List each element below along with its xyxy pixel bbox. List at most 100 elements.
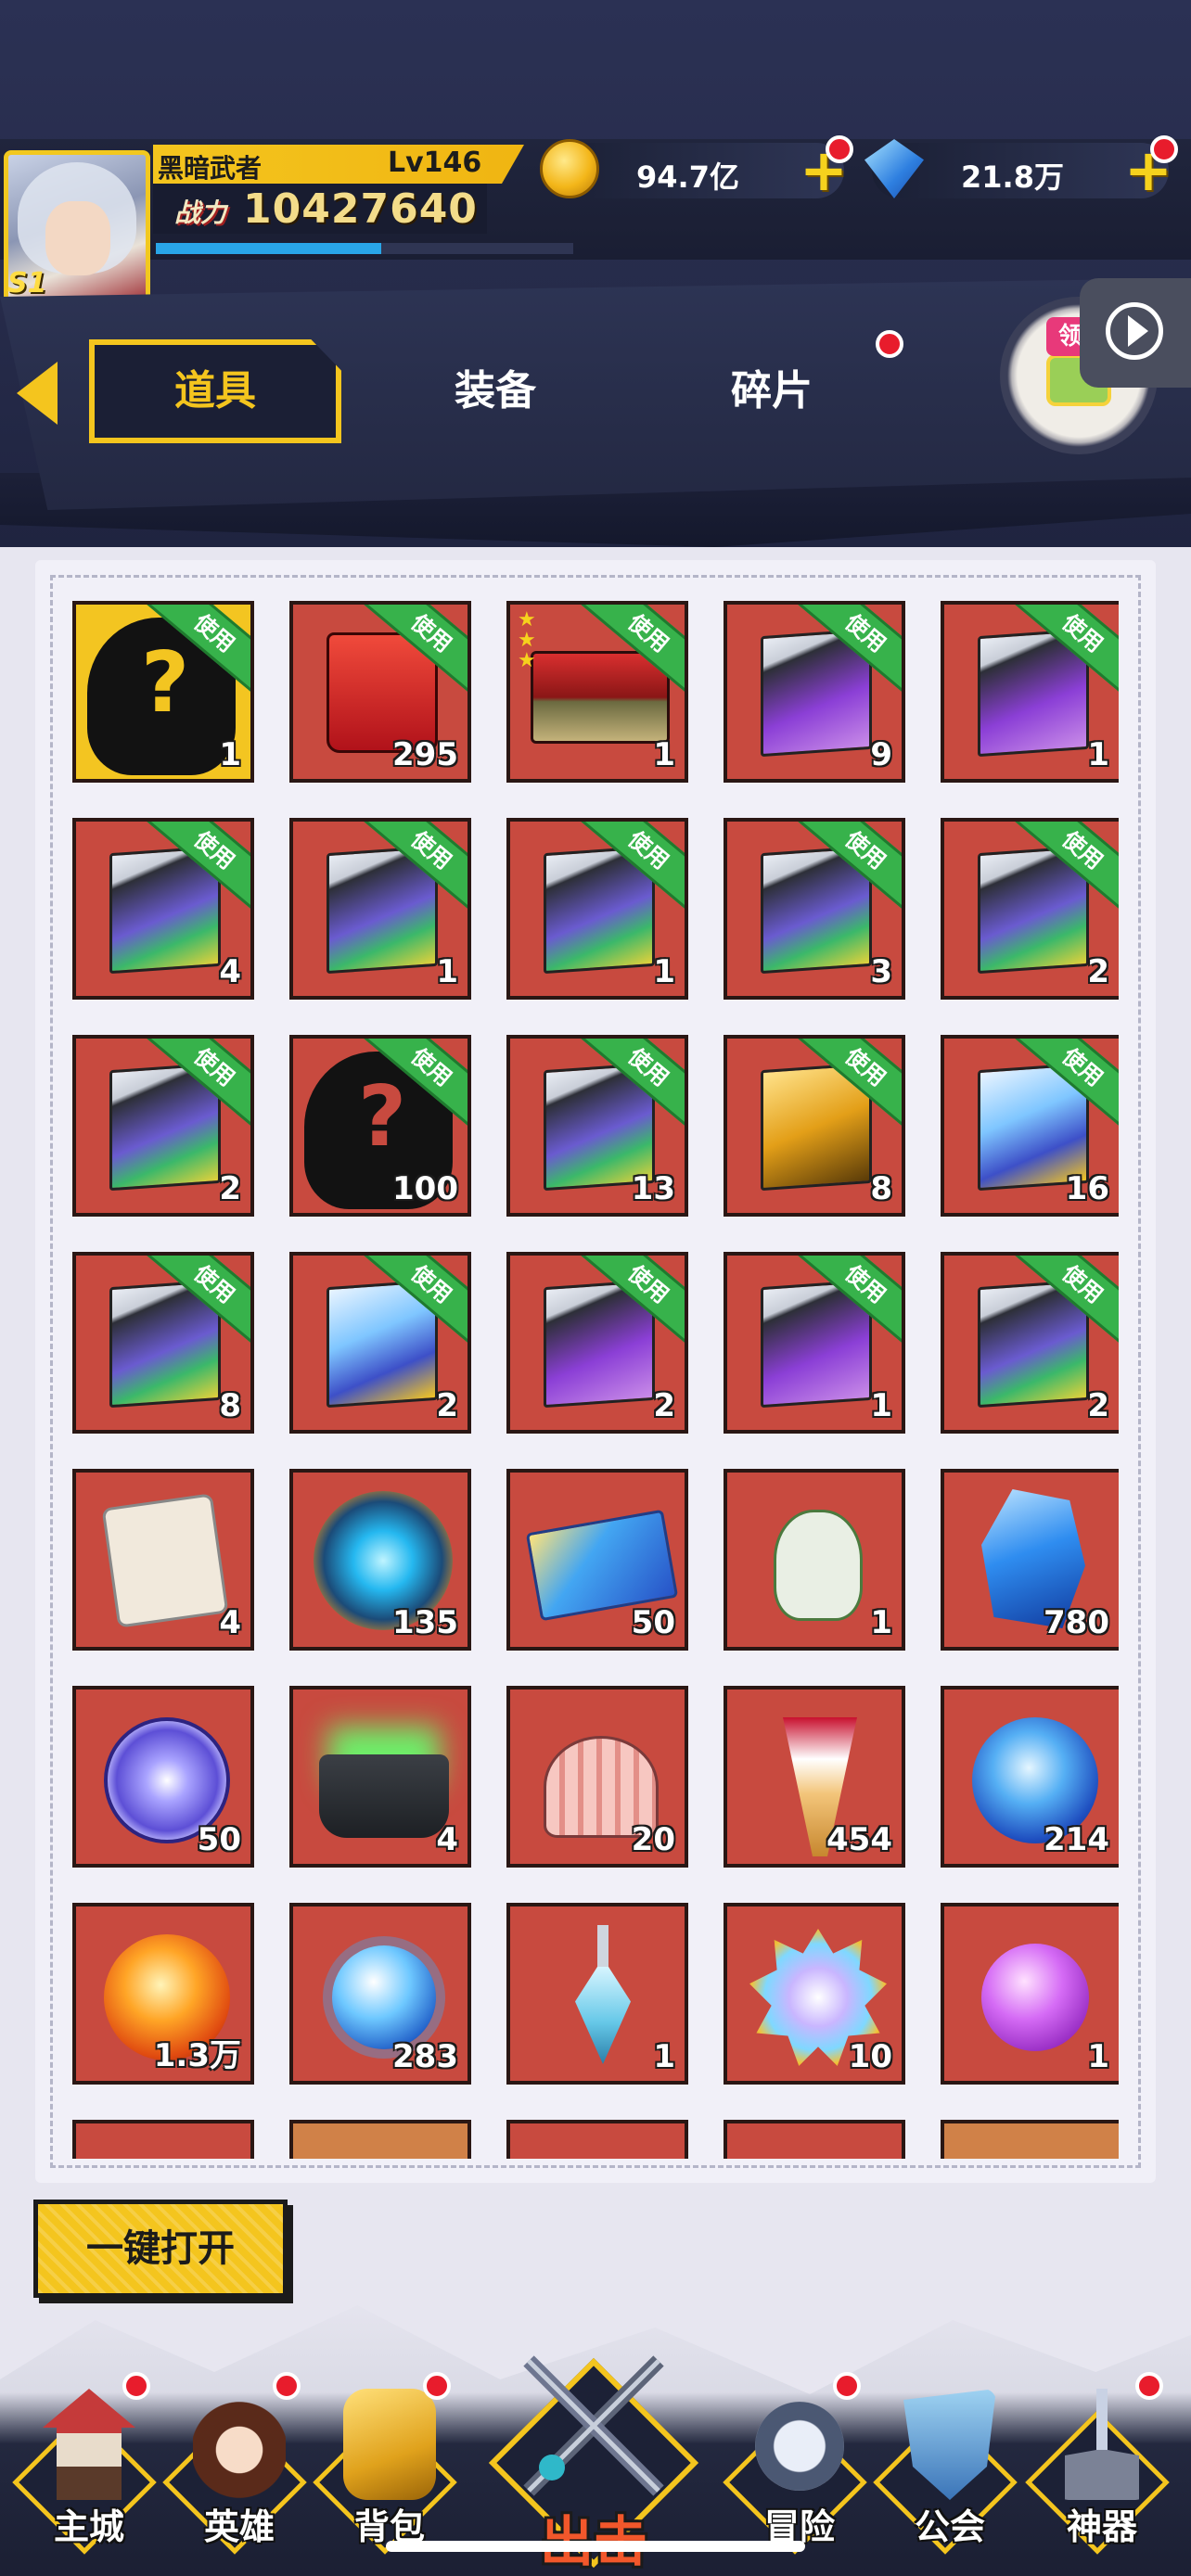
item-count: 1 bbox=[653, 953, 675, 990]
home-indicator bbox=[386, 2541, 805, 2552]
inventory-item[interactable]: 135 bbox=[289, 1469, 471, 1651]
inventory-item[interactable]: 214 bbox=[941, 1686, 1119, 1868]
item-count: 295 bbox=[392, 736, 458, 773]
item-count: 10 bbox=[848, 2038, 892, 2075]
inventory-item[interactable]: 使用 295 bbox=[289, 601, 471, 783]
inventory-item[interactable]: 使用 1 bbox=[289, 818, 471, 1000]
item-count: 1 bbox=[1087, 736, 1109, 773]
water-orb-icon bbox=[332, 1945, 436, 2049]
inventory-item[interactable]: 20 bbox=[506, 1686, 688, 1868]
item-count: 2 bbox=[219, 1170, 241, 1207]
inventory-item[interactable]: ★ ★ ★ 使用 1 bbox=[506, 601, 688, 783]
item-count: 1 bbox=[870, 1387, 892, 1424]
inventory-item[interactable]: 使用 13 bbox=[506, 1035, 688, 1217]
back-arrow-icon[interactable] bbox=[17, 362, 58, 425]
player-level: Lv146 bbox=[388, 147, 482, 179]
item-count: 2 bbox=[1087, 1387, 1109, 1424]
castle-icon bbox=[43, 2389, 135, 2500]
item-count: 13 bbox=[631, 1170, 675, 1207]
xp-progress-bar bbox=[156, 243, 381, 254]
pink-orb-icon bbox=[981, 1944, 1089, 2051]
inventory-item[interactable] bbox=[289, 2120, 471, 2159]
inventory-item[interactable]: 使用 3 bbox=[724, 818, 905, 1000]
inventory-item[interactable]: 使用 2 bbox=[506, 1252, 688, 1434]
inventory-item[interactable]: 使用 1 bbox=[941, 601, 1119, 783]
inventory-item[interactable]: 1 bbox=[941, 1903, 1119, 2085]
gem-amount: 21.8万 bbox=[961, 159, 1064, 195]
fragments-notification-dot bbox=[876, 330, 903, 358]
inventory-item[interactable]: 使用 8 bbox=[724, 1035, 905, 1217]
player-name: 黑暗武者 bbox=[158, 153, 263, 184]
star-rating-icon: ★ ★ ★ bbox=[518, 608, 536, 672]
inventory-item[interactable]: 1.3万 bbox=[72, 1903, 254, 2085]
inventory-item[interactable]: 50 bbox=[72, 1686, 254, 1868]
artifact-notification-dot bbox=[1135, 2372, 1163, 2400]
nav-label-guild: 公会 bbox=[914, 2506, 985, 2547]
item-count: 100 bbox=[392, 1170, 458, 1207]
contract-scroll-icon bbox=[101, 1493, 229, 1628]
video-record-button[interactable] bbox=[1080, 278, 1191, 388]
inventory-item[interactable]: 使用 2 bbox=[72, 1035, 254, 1217]
open-all-button[interactable]: 一键打开 bbox=[33, 2200, 288, 2298]
inventory-item[interactable] bbox=[72, 2120, 254, 2159]
compass-icon bbox=[755, 2402, 844, 2491]
nav-label-main-city: 主城 bbox=[53, 2506, 124, 2547]
heroes-notification-dot bbox=[273, 2372, 301, 2400]
inventory-item[interactable]: 使用 1 bbox=[506, 818, 688, 1000]
inventory-item[interactable]: 使用 2 bbox=[289, 1252, 471, 1434]
item-count: 214 bbox=[1044, 1821, 1109, 1858]
inventory-item[interactable]: 使用 16 bbox=[941, 1035, 1119, 1217]
item-count: 16 bbox=[1065, 1170, 1109, 1207]
inventory-item[interactable] bbox=[506, 2120, 688, 2159]
power-label: 战力 bbox=[174, 198, 227, 228]
nav-heroes[interactable]: 英雄 bbox=[162, 2370, 314, 2576]
nav-label-artifact: 神器 bbox=[1066, 2506, 1137, 2547]
inventory-item[interactable]: 使用 2 bbox=[941, 818, 1119, 1000]
inventory-item[interactable]: ? 使用 1 bbox=[72, 601, 254, 783]
nav-attack[interactable]: 出击 bbox=[482, 2333, 705, 2576]
item-count: 2 bbox=[436, 1387, 458, 1424]
nav-artifact[interactable]: 神器 bbox=[1025, 2370, 1176, 2576]
item-count: 50 bbox=[631, 1604, 675, 1641]
inventory-item[interactable]: ? 使用 100 bbox=[289, 1035, 471, 1217]
inventory-item[interactable] bbox=[724, 2120, 905, 2159]
item-count: 1 bbox=[436, 953, 458, 990]
inventory-grid: ? 使用 1 使用 295 ★ ★ ★ 使用 1 使用 9 使用 1 使用 4 使用 1 使用 1 使用 3 使用 2 使用… bbox=[72, 601, 1119, 2159]
inventory-item[interactable]: 1 bbox=[724, 1469, 905, 1651]
inventory-item[interactable]: 4 bbox=[72, 1469, 254, 1651]
item-count: 50 bbox=[197, 1821, 241, 1858]
inventory-item[interactable]: 454 bbox=[724, 1686, 905, 1868]
treasure-chest-icon bbox=[531, 651, 670, 744]
item-count: 1 bbox=[653, 736, 675, 773]
inventory-item[interactable] bbox=[941, 2120, 1119, 2159]
inventory-item[interactable]: 使用 2 bbox=[941, 1252, 1119, 1434]
backpack-icon bbox=[343, 2389, 436, 2500]
inventory-item[interactable]: 780 bbox=[941, 1469, 1119, 1651]
inventory-item[interactable]: 使用 9 bbox=[724, 601, 905, 783]
tab-props[interactable]: 道具 bbox=[89, 339, 341, 443]
item-count: 2 bbox=[1087, 953, 1109, 990]
inventory-item[interactable]: 4 bbox=[289, 1686, 471, 1868]
crossed-swords-icon bbox=[523, 2355, 664, 2496]
item-count: 1 bbox=[653, 2038, 675, 2075]
nav-main-city[interactable]: 主城 bbox=[12, 2370, 163, 2576]
item-count: 8 bbox=[219, 1387, 241, 1424]
inventory-item[interactable]: 1 bbox=[506, 1903, 688, 2085]
item-count: 4 bbox=[436, 1821, 458, 1858]
hero-girl-icon bbox=[193, 2389, 286, 2500]
item-count: 454 bbox=[826, 1821, 892, 1858]
inventory-item[interactable]: 50 bbox=[506, 1469, 688, 1651]
inventory-item[interactable]: 10 bbox=[724, 1903, 905, 2085]
item-count: 9 bbox=[870, 736, 892, 773]
item-count: 1.3万 bbox=[153, 2037, 241, 2074]
gold-coin-icon bbox=[540, 139, 599, 198]
nav-guild[interactable]: 公会 bbox=[873, 2370, 1024, 2576]
item-count: 3 bbox=[870, 953, 892, 990]
inventory-item[interactable]: 283 bbox=[289, 1903, 471, 2085]
inventory-item[interactable]: 使用 1 bbox=[724, 1252, 905, 1434]
tab-fragments[interactable]: 碎片 bbox=[646, 339, 898, 443]
inventory-item[interactable]: 使用 4 bbox=[72, 818, 254, 1000]
inventory-item[interactable]: 使用 8 bbox=[72, 1252, 254, 1434]
main-city-notification-dot bbox=[122, 2372, 150, 2400]
tab-equipment[interactable]: 装备 bbox=[369, 339, 621, 443]
